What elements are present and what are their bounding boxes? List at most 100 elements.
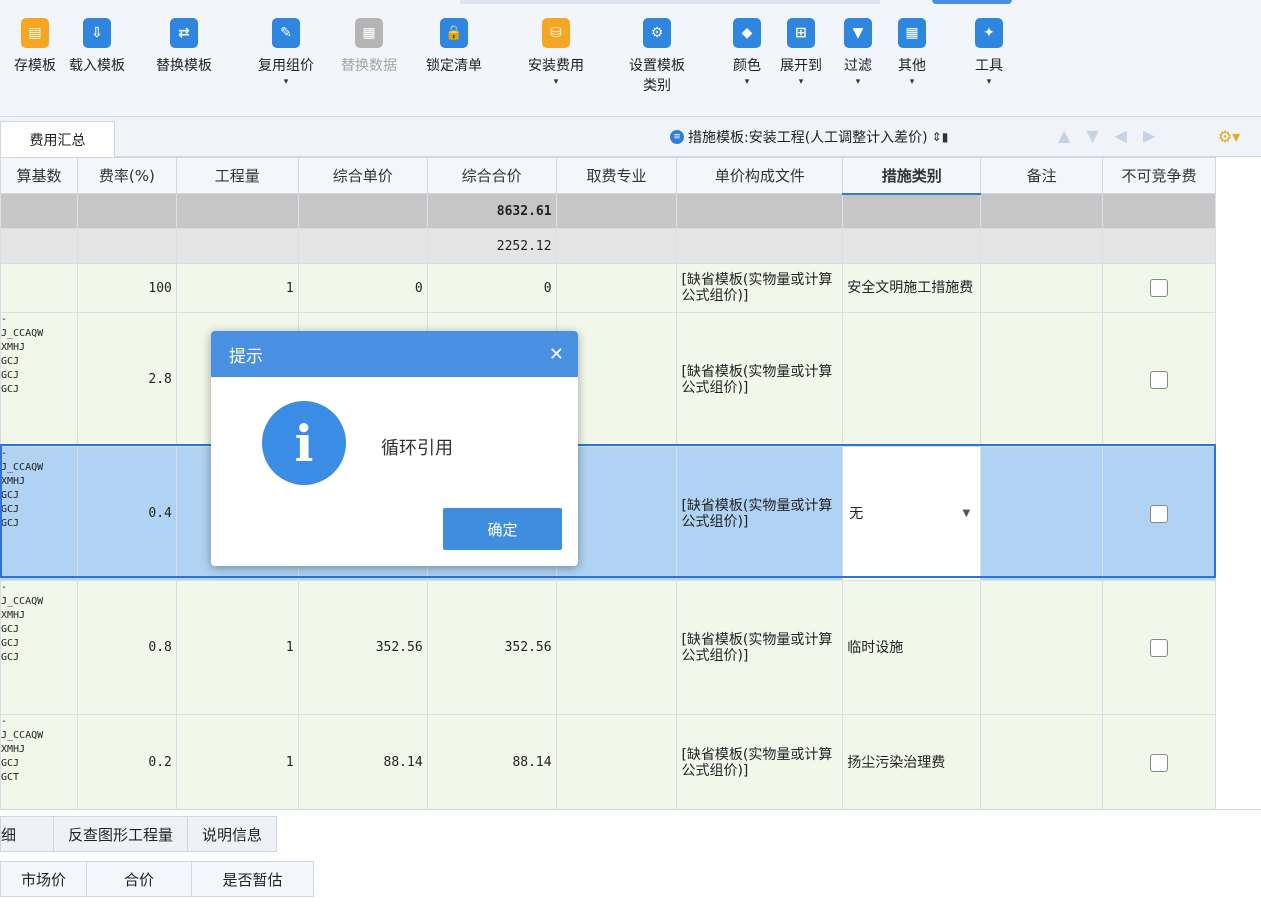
table-cell[interactable]: - J_CCAQW XMHJ GCJ GCT: [0, 714, 78, 809]
arrow-right-icon[interactable]: ▶: [1143, 126, 1155, 145]
table-cell[interactable]: [76, 193, 177, 229]
table-cell[interactable]: - J_CCAQW XMHJ GCJ GCJ GCJ: [0, 580, 78, 715]
toolbar-item-3[interactable]: ✎ 复用组价 ▾: [246, 18, 326, 113]
arrow-down-icon[interactable]: ▼: [1086, 126, 1098, 145]
chevron-down-icon[interactable]: ▾: [856, 76, 861, 88]
table-cell[interactable]: [297, 228, 428, 264]
table-cell[interactable]: - J_CCAQW XMHJ GCJ GCJ GCJ: [0, 446, 78, 581]
table-cell[interactable]: [842, 312, 982, 447]
table-cell[interactable]: 1: [175, 263, 299, 313]
non-competitive-checkbox[interactable]: [1150, 370, 1169, 389]
table-cell[interactable]: [980, 714, 1104, 809]
table-cell[interactable]: 8632.61: [426, 193, 557, 229]
table-cell[interactable]: [980, 263, 1104, 313]
column-header-0[interactable]: 算基数: [0, 157, 78, 194]
column-header-6[interactable]: 单价构成文件: [676, 157, 844, 194]
table-cell[interactable]: [555, 580, 678, 715]
non-competitive-checkbox[interactable]: [1150, 638, 1169, 657]
ok-button[interactable]: 确定: [443, 508, 562, 550]
table-cell[interactable]: [555, 714, 678, 809]
chevron-down-icon[interactable]: ▾: [799, 76, 804, 88]
table-cell[interactable]: 352.56: [426, 580, 557, 715]
column-header-1[interactable]: 费率(%): [76, 157, 177, 194]
category-dropdown[interactable]: 无 ▼: [842, 446, 982, 581]
table-cell[interactable]: [555, 228, 678, 264]
toolbar-item-2[interactable]: ⇄ 替换模板: [145, 18, 223, 113]
table-cell[interactable]: [缺省模板(实物量或计算公式组价)]: [676, 263, 844, 313]
tab-fee-summary[interactable]: 费用汇总: [0, 121, 115, 157]
table-cell[interactable]: 88.14: [297, 714, 428, 809]
toolbar-item-1[interactable]: ⇩ 载入模板: [58, 18, 136, 113]
table-cell[interactable]: 2.8: [76, 312, 177, 447]
top-action-button[interactable]: [932, 0, 1012, 4]
toolbar-item-12[interactable]: ✦ 工具 ▾: [968, 18, 1010, 113]
table-row[interactable]: 100 1 0 0 [缺省模板(实物量或计算公式组价)] 安全文明施工措施费: [0, 263, 1216, 313]
table-row[interactable]: - J_CCAQW XMHJ GCJ GCT 0.2 1 88.14 88.14 [缺省模…: [0, 714, 1216, 809]
table-cell[interactable]: [175, 228, 299, 264]
bottom-tab-1[interactable]: 反查图形工程量: [53, 816, 189, 852]
chevron-down-icon[interactable]: ▾: [910, 76, 915, 88]
table-cell[interactable]: - J_CCAQW XMHJ GCJ GCJ GCJ: [0, 312, 78, 447]
table-cell[interactable]: [555, 193, 678, 229]
toolbar-item-10[interactable]: ▼ 过滤 ▾: [836, 18, 880, 113]
table-cell[interactable]: [842, 228, 982, 264]
table-cell[interactable]: [980, 446, 1104, 581]
chevron-down-icon[interactable]: ▼: [962, 506, 970, 522]
table-cell[interactable]: 2252.12: [426, 228, 557, 264]
bottom-column-header-2[interactable]: 是否暂估: [191, 861, 314, 897]
table-cell[interactable]: [980, 193, 1104, 229]
template-label[interactable]: ≡ 措施模板:安装工程(人工调整计入差价) ⇕▮: [670, 127, 948, 147]
table-cell[interactable]: 0: [426, 263, 557, 313]
table-cell[interactable]: 1: [175, 580, 299, 715]
table-cell[interactable]: [缺省模板(实物量或计算公式组价)]: [676, 312, 844, 447]
table-row[interactable]: - J_CCAQW XMHJ GCJ GCJ GCJ 2.8 [缺省模板(实物量或计…: [0, 312, 1216, 447]
chevron-down-icon[interactable]: ▾: [554, 76, 559, 88]
bottom-column-header-1[interactable]: 合价: [86, 861, 192, 897]
table-cell[interactable]: 1: [175, 714, 299, 809]
arrow-up-icon[interactable]: ▲: [1058, 126, 1070, 145]
table-cell[interactable]: 352.56: [297, 580, 428, 715]
table-row[interactable]: - J_CCAQW XMHJ GCJ GCJ GCJ 0.4 [缺省模板(实物量或计…: [0, 446, 1216, 581]
table-cell[interactable]: 0.4: [76, 446, 177, 581]
table-cell[interactable]: [980, 580, 1104, 715]
column-header-3[interactable]: 综合单价: [297, 157, 428, 194]
column-header-9[interactable]: 不可竞争费: [1102, 157, 1216, 194]
table-cell[interactable]: 100: [76, 263, 177, 313]
table-cell[interactable]: [980, 228, 1104, 264]
toolbar-item-9[interactable]: ⊞ 展开到 ▾: [772, 18, 830, 113]
table-cell[interactable]: [0, 193, 78, 229]
table-cell[interactable]: [缺省模板(实物量或计算公式组价)]: [676, 580, 844, 715]
table-cell[interactable]: [缺省模板(实物量或计算公式组价)]: [676, 714, 844, 809]
table-cell[interactable]: [0, 263, 78, 313]
column-header-4[interactable]: 综合合价: [426, 157, 557, 194]
table-cell[interactable]: 安全文明施工措施费: [842, 263, 982, 313]
non-competitive-checkbox[interactable]: [1150, 753, 1169, 772]
non-competitive-checkbox[interactable]: [1150, 504, 1169, 523]
close-icon[interactable]: ✕: [549, 344, 564, 365]
table-cell[interactable]: [980, 312, 1104, 447]
bottom-tab-2[interactable]: 说明信息: [187, 816, 278, 852]
column-header-5[interactable]: 取费专业: [555, 157, 678, 194]
toolbar-item-8[interactable]: ◆ 颜色 ▾: [724, 18, 770, 113]
toolbar-item-5[interactable]: 🔒 锁定清单: [415, 18, 493, 113]
sort-icon[interactable]: ⇕▮: [932, 130, 949, 144]
toolbar-item-11[interactable]: ▦ 其他 ▾: [892, 18, 932, 113]
table-cell[interactable]: 0.2: [76, 714, 177, 809]
column-header-8[interactable]: 备注: [980, 157, 1104, 194]
table-cell[interactable]: 0.8: [76, 580, 177, 715]
table-cell[interactable]: [297, 193, 428, 229]
column-header-7[interactable]: 措施类别: [842, 157, 982, 195]
column-header-2[interactable]: 工程量: [175, 157, 299, 194]
table-cell[interactable]: [676, 193, 844, 229]
bottom-column-header-0[interactable]: 市场价: [0, 861, 87, 897]
table-cell[interactable]: [842, 193, 982, 229]
chevron-down-icon[interactable]: ▾: [745, 76, 750, 88]
top-search-bar[interactable]: [460, 0, 880, 4]
chevron-down-icon[interactable]: ▾: [284, 76, 289, 88]
table-cell[interactable]: [缺省模板(实物量或计算公式组价)]: [676, 446, 844, 581]
table-row[interactable]: 2252.12: [0, 228, 1216, 264]
toolbar-item-7[interactable]: ⚙ 设置模板 类别: [617, 18, 697, 113]
bottom-tab-0[interactable]: 细: [0, 816, 54, 852]
table-cell[interactable]: 临时设施: [842, 580, 982, 715]
table-cell[interactable]: 扬尘污染治理费: [842, 714, 982, 809]
